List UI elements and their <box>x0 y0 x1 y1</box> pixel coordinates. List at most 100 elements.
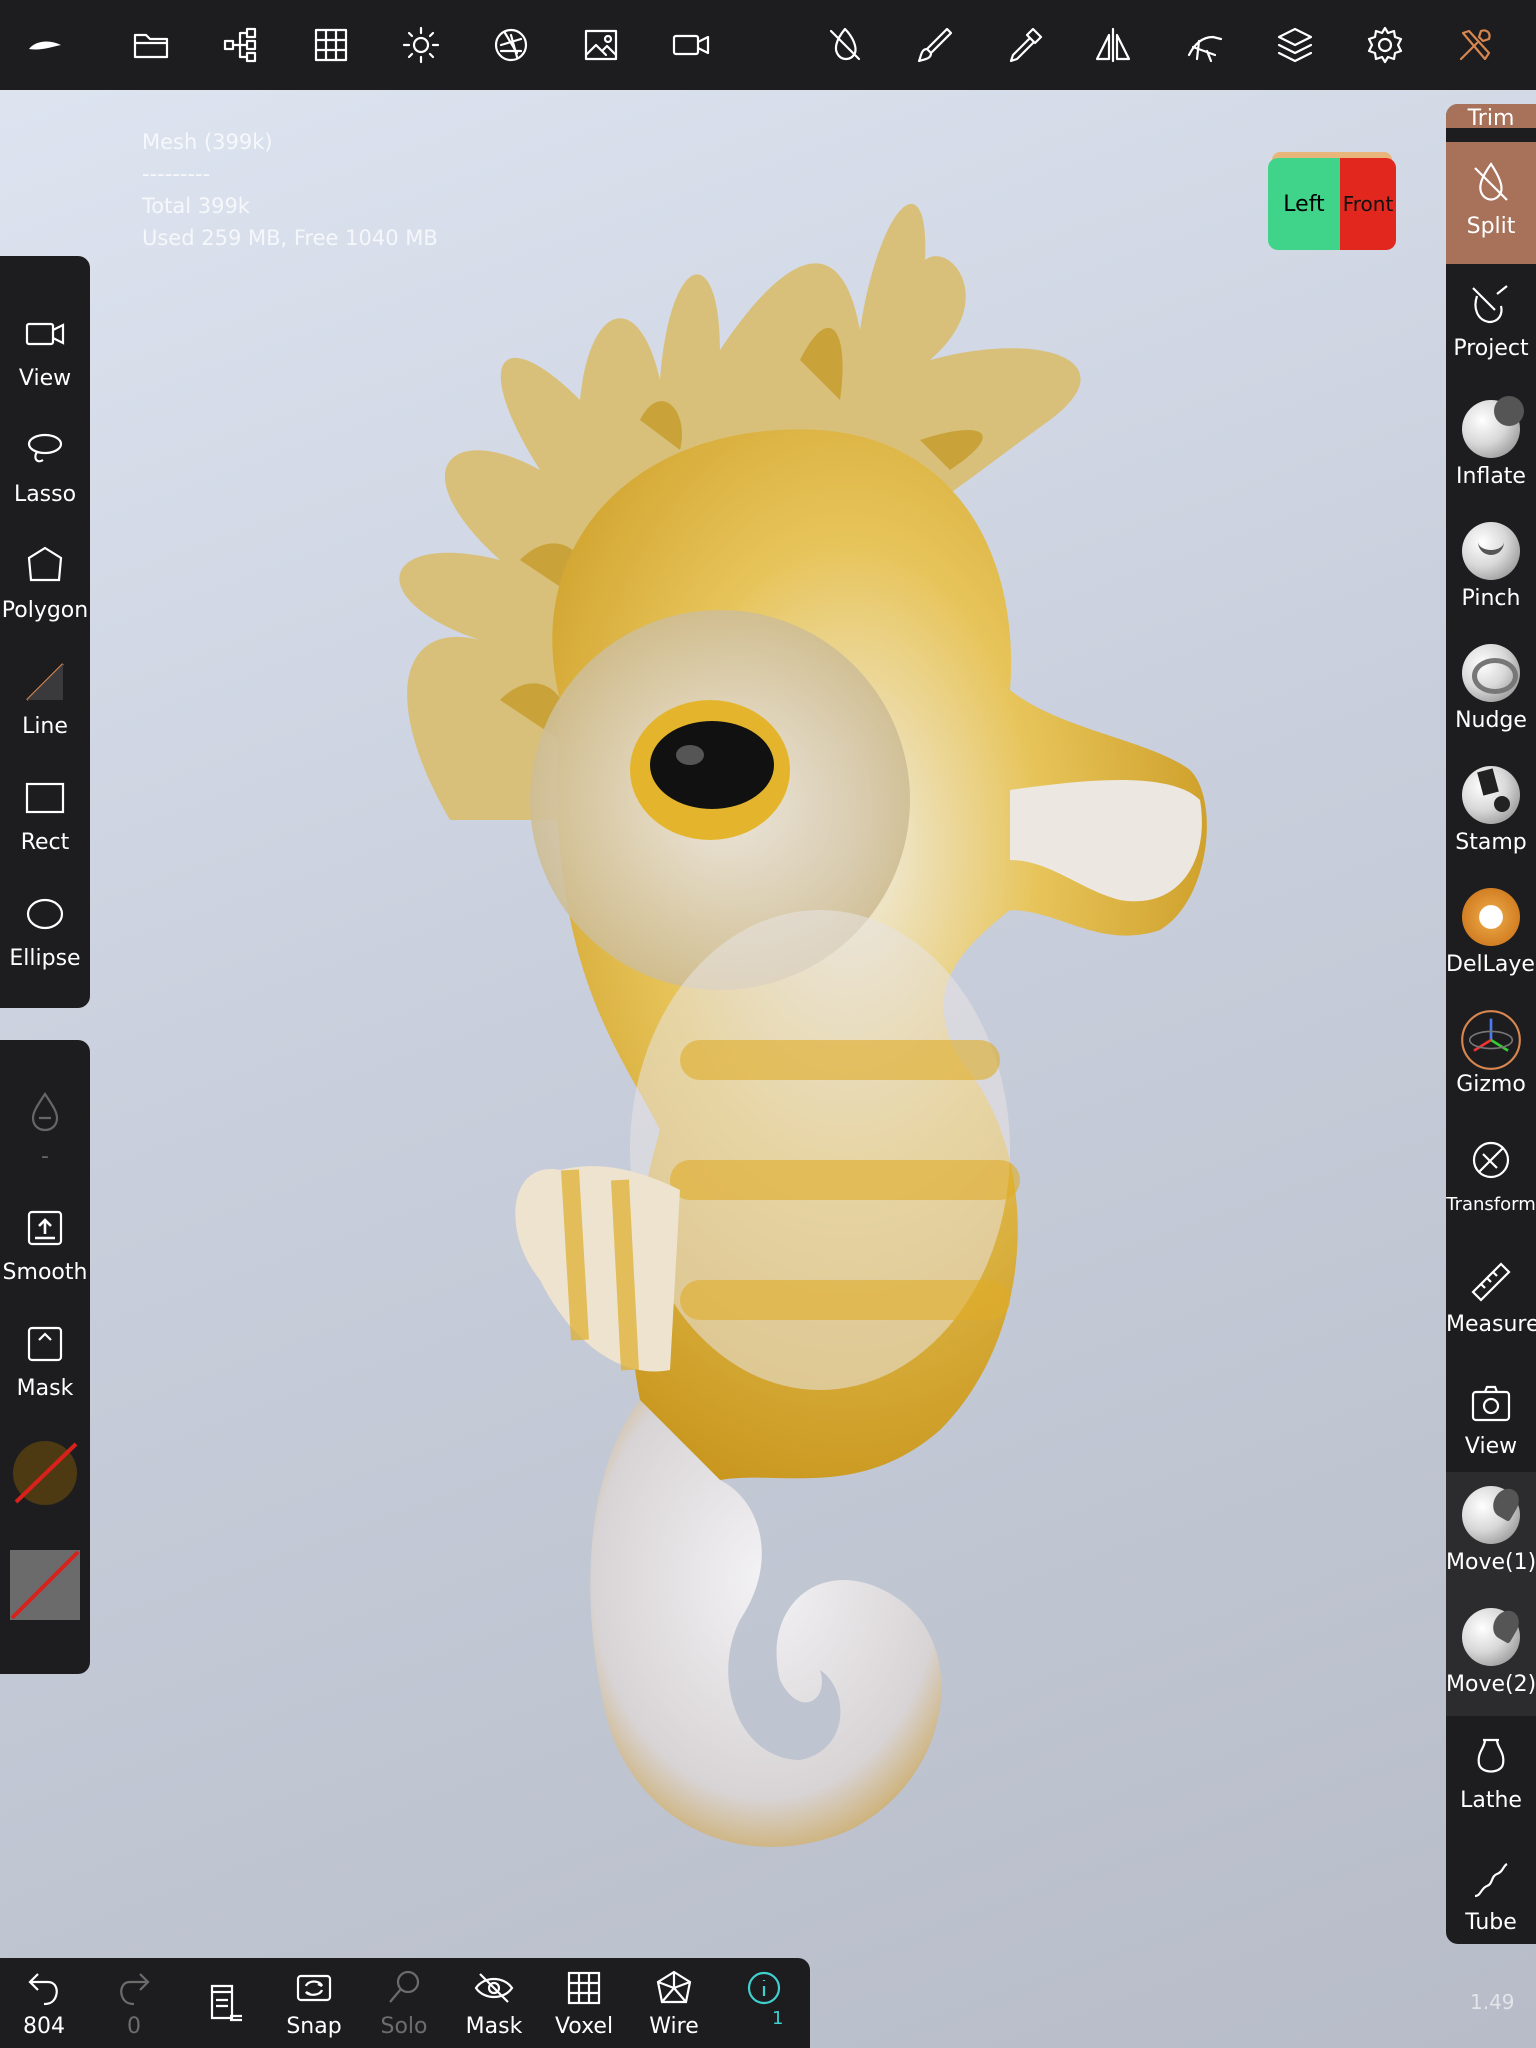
tool-tube[interactable]: Tube <box>1446 1838 1536 1944</box>
tool-measure-label: Measure <box>1446 1312 1536 1337</box>
app-logo-icon[interactable] <box>22 22 68 68</box>
voxel-button[interactable]: Voxel <box>544 1968 624 2039</box>
tool-polygon[interactable]: Polygon <box>0 544 90 623</box>
mirror-icon[interactable] <box>1090 22 1136 68</box>
tool-gizmo[interactable]: Gizmo <box>1446 996 1536 1118</box>
mesh-label: Mesh (399k) <box>142 130 273 154</box>
tool-lasso[interactable]: Lasso <box>0 428 90 507</box>
image-icon[interactable] <box>578 22 624 68</box>
color-swatch[interactable] <box>0 1550 90 1620</box>
eye-off-icon <box>474 1973 514 2003</box>
tool-line[interactable]: Line <box>0 660 90 739</box>
folder-icon[interactable] <box>128 22 174 68</box>
vase-icon <box>1477 1738 1505 1773</box>
undo-count: 804 <box>23 2014 65 2039</box>
tool-measure[interactable]: Measure <box>1446 1240 1536 1362</box>
drop-option[interactable]: - <box>0 1090 90 1169</box>
tool-trim[interactable]: Trim <box>1446 104 1536 131</box>
tool-rect[interactable]: Rect <box>0 776 90 855</box>
solo-button[interactable]: Solo <box>364 1968 444 2039</box>
aperture-icon[interactable] <box>488 22 534 68</box>
undo-icon <box>28 1973 58 2006</box>
tool-lasso-label: Lasso <box>13 482 77 507</box>
seahorse-model[interactable] <box>0 0 1536 2048</box>
gizmo-icon <box>1461 1010 1521 1070</box>
tool-inflate-label: Inflate <box>1456 464 1526 489</box>
tool-rect-label: Rect <box>20 830 70 855</box>
tool-trim-label: Trim <box>1467 106 1515 131</box>
gear-icon[interactable] <box>1362 22 1408 68</box>
pinch-icon <box>1462 522 1520 580</box>
light-icon[interactable] <box>398 22 444 68</box>
project-icon <box>1472 285 1508 324</box>
snap-button[interactable]: Snap <box>274 1968 354 2039</box>
scene-tree-icon[interactable] <box>218 22 264 68</box>
tool-view-capture[interactable]: View <box>1446 1362 1536 1484</box>
layers-icon[interactable] <box>1272 22 1318 68</box>
notes-button[interactable] <box>184 1982 264 2022</box>
drop-icon <box>31 1092 59 1132</box>
wireframe-icon <box>656 1970 692 2004</box>
wire-button[interactable]: Wire <box>634 1968 714 2039</box>
tool-project[interactable]: Project <box>1446 264 1536 386</box>
tool-stamp[interactable]: Stamp <box>1446 752 1536 874</box>
redo-icon <box>120 1973 150 2006</box>
tool-options-panel: - Smooth Mask <box>0 1040 90 1674</box>
tool-dellayer[interactable]: DelLayer <box>1446 874 1536 996</box>
search-icon <box>389 1970 420 2003</box>
stats-separator: --------- <box>142 162 211 186</box>
option-smooth-label: Smooth <box>2 1260 88 1285</box>
tool-view[interactable]: View <box>0 312 90 391</box>
tool-inflate[interactable]: Inflate <box>1446 386 1536 508</box>
drop-value: - <box>41 1144 49 1169</box>
eyedropper-icon[interactable] <box>1002 22 1048 68</box>
sculpt-tools-panel: Trim Split Project Inflate Pinch Nudge S… <box>1446 104 1536 1944</box>
tool-view-capture-label: View <box>1464 1434 1518 1459</box>
tool-split[interactable]: Split <box>1446 142 1536 264</box>
redo-button[interactable]: 0 <box>94 1968 174 2039</box>
tool-transform[interactable]: Transform <box>1446 1118 1536 1240</box>
material-sphere-icon <box>13 1441 78 1505</box>
video-icon[interactable] <box>668 22 714 68</box>
book-icon <box>210 1984 242 2022</box>
polygon-icon <box>27 546 63 582</box>
line-icon <box>26 663 64 701</box>
tool-lathe-label: Lathe <box>1460 1788 1522 1813</box>
tool-move-2[interactable]: Move(2) <box>1446 1594 1536 1716</box>
info-count: 1 <box>772 2008 784 2029</box>
tool-nudge[interactable]: Nudge <box>1446 630 1536 752</box>
material-swatch[interactable] <box>0 1438 90 1508</box>
camera-icon <box>1471 1385 1511 1422</box>
tool-transform-label: Transform <box>1446 1194 1536 1215</box>
tool-ellipse[interactable]: Ellipse <box>0 892 90 971</box>
wire-label: Wire <box>649 2014 699 2039</box>
voxel-label: Voxel <box>554 2014 614 2039</box>
tool-split-label: Split <box>1466 214 1516 239</box>
mesh-stats: Mesh (399k) --------- Total 399k Used 25… <box>142 126 438 254</box>
mask-toggle-label: Mask <box>465 2014 523 2039</box>
hand-icon[interactable] <box>1182 22 1228 68</box>
option-mask[interactable]: Mask <box>0 1322 90 1401</box>
undo-button[interactable]: 804 <box>4 1968 84 2039</box>
symmetry-off-icon[interactable] <box>822 22 868 68</box>
tool-lathe[interactable]: Lathe <box>1446 1716 1536 1838</box>
brush-icon[interactable] <box>912 22 958 68</box>
snap-icon <box>296 1974 332 2002</box>
top-toolbar <box>0 0 1536 90</box>
tool-tube-label: Tube <box>1465 1910 1517 1935</box>
ruler-icon <box>1471 1262 1511 1302</box>
option-smooth[interactable]: Smooth <box>0 1206 90 1285</box>
mask-toggle-button[interactable]: Mask <box>454 1968 534 2039</box>
color-swatch-icon <box>10 1550 80 1620</box>
bottom-toolbar: 804 0 Snap Solo Mask Voxel Wire 1 <box>0 1958 810 2048</box>
grid-icon[interactable] <box>308 22 354 68</box>
selection-tools-panel: View Lasso Polygon Line Rect Ellipse <box>0 256 90 1008</box>
tool-ellipse-label: Ellipse <box>9 946 81 971</box>
cube-left-face[interactable]: Left <box>1268 158 1340 250</box>
tools-icon[interactable] <box>1452 22 1498 68</box>
view-cube[interactable]: Left Front <box>1268 152 1396 256</box>
cube-front-face[interactable]: Front <box>1340 158 1396 250</box>
tool-pinch[interactable]: Pinch <box>1446 508 1536 630</box>
info-button[interactable]: 1 <box>724 1968 804 2029</box>
tool-move-1[interactable]: Move(1) <box>1446 1472 1536 1594</box>
